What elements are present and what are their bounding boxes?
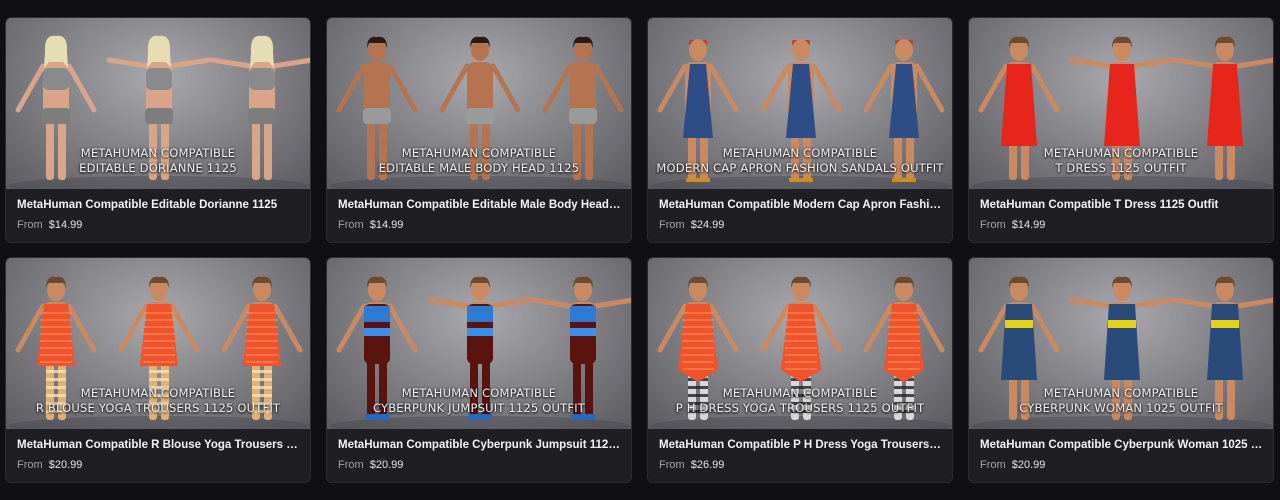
price-row: From $24.99 xyxy=(659,219,952,231)
price-prefix: From xyxy=(17,219,43,231)
price-prefix: From xyxy=(980,219,1006,231)
overlay-line2: CYBERPUNK WOMAN 1025 OUTFIT xyxy=(1019,401,1223,415)
price-row: From $14.99 xyxy=(17,219,310,231)
thumbnail-overlay: METAHUMAN COMPATIBLE P H DRESS YOGA TROU… xyxy=(648,386,952,416)
price-row: From $14.99 xyxy=(338,219,631,231)
product-card[interactable]: METAHUMAN COMPATIBLE P H DRESS YOGA TROU… xyxy=(647,257,953,483)
overlay-line2: T DRESS 1125 OUTFIT xyxy=(1055,161,1187,175)
overlay-line1: METAHUMAN COMPATIBLE xyxy=(1043,386,1199,400)
product-thumbnail[interactable]: METAHUMAN COMPATIBLE T DRESS 1125 OUTFIT xyxy=(969,18,1273,189)
product-title[interactable]: MetaHuman Compatible Cyberpunk Woman 102… xyxy=(980,439,1263,451)
product-card[interactable]: METAHUMAN COMPATIBLE R BLOUSE YOGA TROUS… xyxy=(5,257,311,483)
thumbnail-overlay: METAHUMAN COMPATIBLE MODERN CAP APRON FA… xyxy=(648,146,952,176)
product-title[interactable]: MetaHuman Compatible R Blouse Yoga Trous… xyxy=(17,439,300,451)
product-thumbnail[interactable]: METAHUMAN COMPATIBLE EDITABLE DORIANNE 1… xyxy=(6,18,310,189)
product-thumbnail[interactable]: METAHUMAN COMPATIBLE R BLOUSE YOGA TROUS… xyxy=(6,258,310,429)
product-price: $26.99 xyxy=(690,459,725,471)
product-title[interactable]: MetaHuman Compatible Editable Male Body … xyxy=(338,199,621,211)
product-thumbnail[interactable]: METAHUMAN COMPATIBLE CYBERPUNK WOMAN 102… xyxy=(969,258,1273,429)
overlay-line2: P H DRESS YOGA TROUSERS 1125 OUTFIT xyxy=(675,401,925,415)
product-price: $20.99 xyxy=(1011,459,1046,471)
thumbnail-overlay: METAHUMAN COMPATIBLE R BLOUSE YOGA TROUS… xyxy=(6,386,310,416)
product-price: $14.99 xyxy=(48,219,83,231)
overlay-line2: EDITABLE DORIANNE 1125 xyxy=(79,161,237,175)
product-thumbnail[interactable]: METAHUMAN COMPATIBLE EDITABLE MALE BODY … xyxy=(327,18,631,189)
overlay-line2: CYBERPUNK JUMPSUIT 1125 OUTFIT xyxy=(372,401,586,415)
product-thumbnail[interactable]: METAHUMAN COMPATIBLE P H DRESS YOGA TROU… xyxy=(648,258,952,429)
price-row: From $20.99 xyxy=(338,459,631,471)
overlay-line1: METAHUMAN COMPATIBLE xyxy=(401,386,557,400)
price-prefix: From xyxy=(980,459,1006,471)
product-card[interactable]: METAHUMAN COMPATIBLE CYBERPUNK WOMAN 102… xyxy=(968,257,1274,483)
price-row: From $20.99 xyxy=(980,459,1273,471)
overlay-line2: EDITABLE MALE BODY HEAD 1125 xyxy=(378,161,580,175)
thumbnail-overlay: METAHUMAN COMPATIBLE CYBERPUNK WOMAN 102… xyxy=(969,386,1273,416)
overlay-line1: METAHUMAN COMPATIBLE xyxy=(722,386,878,400)
product-card[interactable]: METAHUMAN COMPATIBLE CYBERPUNK JUMPSUIT … xyxy=(326,257,632,483)
overlay-line1: METAHUMAN COMPATIBLE xyxy=(80,146,236,160)
price-prefix: From xyxy=(338,459,364,471)
product-title[interactable]: MetaHuman Compatible Modern Cap Apron Fa… xyxy=(659,199,942,211)
price-row: From $26.99 xyxy=(659,459,952,471)
product-price: $20.99 xyxy=(369,459,404,471)
product-thumbnail[interactable]: METAHUMAN COMPATIBLE CYBERPUNK JUMPSUIT … xyxy=(327,258,631,429)
product-title[interactable]: MetaHuman Compatible P H Dress Yoga Trou… xyxy=(659,439,942,451)
product-card[interactable]: METAHUMAN COMPATIBLE EDITABLE MALE BODY … xyxy=(326,17,632,243)
thumbnail-overlay: METAHUMAN COMPATIBLE T DRESS 1125 OUTFIT xyxy=(969,146,1273,176)
thumbnail-overlay: METAHUMAN COMPATIBLE EDITABLE DORIANNE 1… xyxy=(6,146,310,176)
product-grid: METAHUMAN COMPATIBLE EDITABLE DORIANNE 1… xyxy=(5,17,1274,483)
price-row: From $20.99 xyxy=(17,459,310,471)
price-prefix: From xyxy=(17,459,43,471)
price-prefix: From xyxy=(338,219,364,231)
product-card[interactable]: METAHUMAN COMPATIBLE MODERN CAP APRON FA… xyxy=(647,17,953,243)
product-card[interactable]: METAHUMAN COMPATIBLE EDITABLE DORIANNE 1… xyxy=(5,17,311,243)
price-prefix: From xyxy=(659,459,685,471)
thumbnail-overlay: METAHUMAN COMPATIBLE EDITABLE MALE BODY … xyxy=(327,146,631,176)
product-price: $14.99 xyxy=(1011,219,1046,231)
overlay-line2: MODERN CAP APRON FASHION SANDALS OUTFIT xyxy=(656,161,944,175)
product-title[interactable]: MetaHuman Compatible T Dress 1125 Outfit xyxy=(980,199,1263,211)
product-title[interactable]: MetaHuman Compatible Cyberpunk Jumpsuit … xyxy=(338,439,621,451)
overlay-line1: METAHUMAN COMPATIBLE xyxy=(722,146,878,160)
overlay-line1: METAHUMAN COMPATIBLE xyxy=(401,146,557,160)
thumbnail-overlay: METAHUMAN COMPATIBLE CYBERPUNK JUMPSUIT … xyxy=(327,386,631,416)
price-row: From $14.99 xyxy=(980,219,1273,231)
overlay-line1: METAHUMAN COMPATIBLE xyxy=(80,386,236,400)
product-card[interactable]: METAHUMAN COMPATIBLE T DRESS 1125 OUTFIT… xyxy=(968,17,1274,243)
product-price: $14.99 xyxy=(369,219,404,231)
overlay-line1: METAHUMAN COMPATIBLE xyxy=(1043,146,1199,160)
product-price: $24.99 xyxy=(690,219,725,231)
price-prefix: From xyxy=(659,219,685,231)
product-title[interactable]: MetaHuman Compatible Editable Dorianne 1… xyxy=(17,199,300,211)
product-price: $20.99 xyxy=(48,459,83,471)
product-thumbnail[interactable]: METAHUMAN COMPATIBLE MODERN CAP APRON FA… xyxy=(648,18,952,189)
overlay-line2: R BLOUSE YOGA TROUSERS 1125 OUTFIT xyxy=(35,401,281,415)
